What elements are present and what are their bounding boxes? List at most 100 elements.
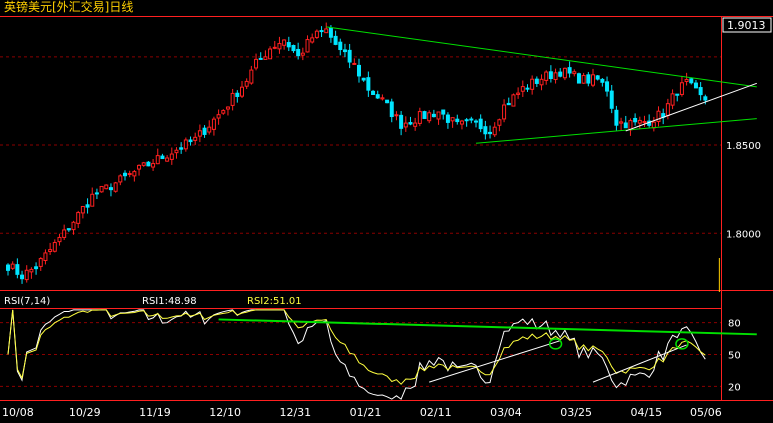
candle-body	[34, 266, 39, 270]
candle-body	[310, 37, 315, 43]
candle-body	[282, 39, 287, 46]
candle-body	[380, 97, 385, 100]
candle-body	[520, 86, 525, 92]
candle-body	[445, 114, 450, 123]
candle-body	[132, 171, 137, 177]
candle-body	[609, 90, 614, 109]
candle-body	[403, 122, 408, 128]
candle-body	[99, 185, 104, 193]
candle-body	[20, 274, 25, 280]
candle-body	[221, 110, 226, 114]
candle-body	[85, 204, 90, 208]
candle-body	[62, 229, 67, 238]
candle-body	[57, 236, 62, 243]
candle-body	[268, 48, 273, 60]
candle-body	[211, 118, 216, 130]
candle-body	[43, 252, 48, 261]
candle-body	[71, 221, 76, 231]
candle-body	[544, 71, 549, 81]
rsi-support-1-line	[429, 340, 561, 383]
rsi-tick-label: 50	[728, 351, 741, 362]
candle-body	[562, 67, 567, 79]
candle-body	[394, 114, 399, 117]
candle-body	[66, 228, 71, 231]
candle-body	[244, 80, 249, 87]
candle-body	[567, 67, 572, 74]
candle-body	[450, 117, 455, 122]
candle-body	[277, 43, 282, 50]
candle-body	[123, 172, 127, 177]
candle-body	[305, 39, 310, 53]
candle-body	[689, 78, 694, 84]
candle-body	[684, 78, 689, 82]
candle-body	[29, 268, 34, 273]
candle-body	[623, 122, 628, 129]
candle-body	[272, 46, 277, 49]
rsi-name-label: RSI(7,14)	[4, 296, 50, 307]
candle-body	[10, 263, 15, 269]
candle-body	[338, 41, 343, 51]
candle-body	[459, 120, 464, 125]
candle-body	[651, 121, 656, 129]
candle-body	[80, 205, 85, 214]
candle-body	[436, 111, 441, 120]
candle-body	[108, 187, 113, 191]
rsi-highlight-circle	[675, 338, 689, 350]
candle-body	[342, 49, 347, 53]
candle-body	[525, 87, 530, 90]
candle-body	[572, 71, 577, 75]
date-tick-label: 11/19	[139, 406, 171, 419]
candle-body	[642, 121, 647, 124]
chart-title: 英镑美元[外汇交易]日线	[4, 0, 133, 14]
candle-body	[497, 119, 502, 126]
candle-body	[469, 118, 474, 121]
candle-body	[619, 121, 624, 124]
candle-body	[665, 103, 670, 116]
rsi-support-2-line	[592, 344, 687, 383]
candle-body	[183, 139, 188, 150]
candle-body	[137, 164, 142, 170]
candle-body	[319, 30, 324, 33]
candle-body	[422, 111, 427, 119]
candle-body	[141, 162, 146, 166]
date-tick-label: 03/04	[490, 406, 522, 419]
candle-body	[413, 122, 418, 127]
date-tick-label: 10/08	[2, 406, 34, 419]
candle-body	[656, 110, 661, 123]
candle-body	[52, 242, 57, 252]
candle-body	[90, 193, 95, 207]
price-grid	[0, 56, 721, 234]
candle-body	[389, 101, 394, 118]
candle-body	[15, 264, 20, 275]
candle-body	[174, 149, 179, 154]
candle-body	[614, 109, 619, 126]
rsi2-value-label: RSI2:51.01	[247, 296, 302, 307]
candle-body	[511, 94, 516, 107]
rsi2-line	[7, 309, 706, 385]
candle-body	[324, 28, 329, 34]
candle-body	[427, 112, 432, 122]
date-tick-label: 02/11	[420, 406, 452, 419]
candle-body	[408, 122, 413, 125]
date-tick-label: 05/06	[690, 406, 722, 419]
candle-body	[693, 82, 698, 89]
candle-body	[230, 92, 235, 106]
candle-body	[637, 119, 642, 124]
candle-body	[474, 120, 478, 123]
candle-body	[151, 163, 156, 168]
candle-body	[366, 77, 371, 91]
candle-body	[225, 106, 230, 110]
date-tick-label: 10/29	[69, 406, 101, 419]
date-tick-label: 12/31	[279, 406, 311, 419]
candle-body	[76, 212, 81, 224]
candle-body	[633, 117, 638, 123]
candle-body	[488, 131, 493, 135]
candle-body	[502, 104, 507, 120]
candle-body	[516, 92, 521, 95]
candle-body	[586, 74, 591, 84]
candle-body	[155, 155, 160, 165]
candle-body	[300, 52, 305, 56]
date-tick-label: 12/10	[209, 406, 241, 419]
candle-body	[202, 127, 207, 135]
candle-body	[530, 78, 535, 90]
